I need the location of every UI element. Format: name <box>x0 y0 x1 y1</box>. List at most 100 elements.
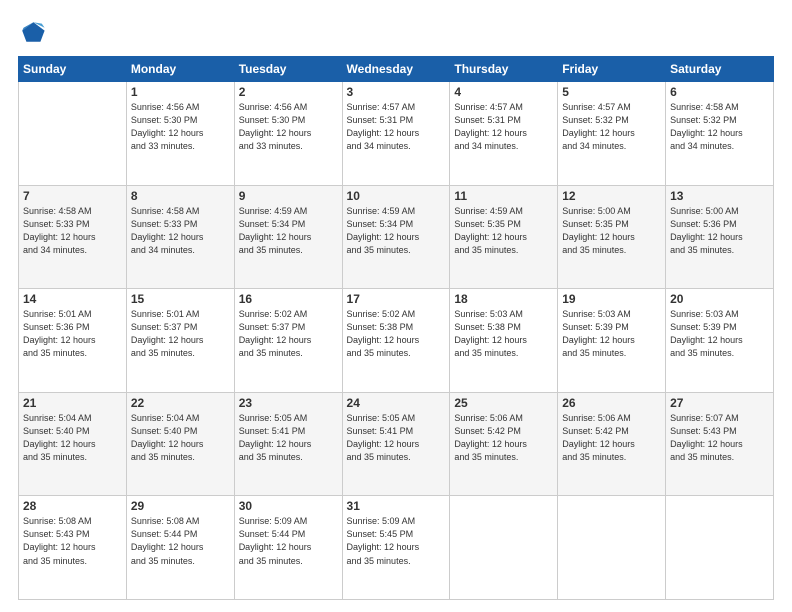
week-row-1: 1 Sunrise: 4:56 AM Sunset: 5:30 PM Daylig… <box>19 82 774 186</box>
day-number: 15 <box>131 292 230 306</box>
day-info: Sunrise: 4:57 AM Sunset: 5:31 PM Dayligh… <box>347 101 446 153</box>
calendar-cell: 1 Sunrise: 4:56 AM Sunset: 5:30 PM Daylig… <box>126 82 234 186</box>
weekday-header-wednesday: Wednesday <box>342 57 450 82</box>
day-number: 18 <box>454 292 553 306</box>
calendar-cell <box>666 496 774 600</box>
day-number: 13 <box>670 189 769 203</box>
calendar-cell: 8 Sunrise: 4:58 AM Sunset: 5:33 PM Daylig… <box>126 185 234 289</box>
day-number: 25 <box>454 396 553 410</box>
day-info: Sunrise: 5:08 AM Sunset: 5:44 PM Dayligh… <box>131 515 230 567</box>
calendar-cell: 23 Sunrise: 5:05 AM Sunset: 5:41 PM Dayli… <box>234 392 342 496</box>
day-number: 24 <box>347 396 446 410</box>
day-info: Sunrise: 5:03 AM Sunset: 5:38 PM Dayligh… <box>454 308 553 360</box>
calendar-cell: 13Sunrise: 5:00 AM Sunset: 5:36 PM Dayli… <box>666 185 774 289</box>
day-number: 20 <box>670 292 769 306</box>
calendar-cell: 27 Sunrise: 5:07 AM Sunset: 5:43 PM Dayli… <box>666 392 774 496</box>
day-number: 14 <box>23 292 122 306</box>
day-info: Sunrise: 5:05 AM Sunset: 5:41 PM Dayligh… <box>347 412 446 464</box>
day-number: 29 <box>131 499 230 513</box>
day-number: 10 <box>347 189 446 203</box>
calendar-cell: 5 Sunrise: 4:57 AM Sunset: 5:32 PM Daylig… <box>558 82 666 186</box>
day-number: 26 <box>562 396 661 410</box>
day-info: Sunrise: 5:07 AM Sunset: 5:43 PM Dayligh… <box>670 412 769 464</box>
day-number: 19 <box>562 292 661 306</box>
calendar-cell: 4 Sunrise: 4:57 AM Sunset: 5:31 PM Daylig… <box>450 82 558 186</box>
calendar-cell: 11 Sunrise: 4:59 AM Sunset: 5:35 PM Dayli… <box>450 185 558 289</box>
day-number: 23 <box>239 396 338 410</box>
day-info: Sunrise: 4:56 AM Sunset: 5:30 PM Dayligh… <box>239 101 338 153</box>
day-info: Sunrise: 5:03 AM Sunset: 5:39 PM Dayligh… <box>562 308 661 360</box>
day-number: 1 <box>131 85 230 99</box>
calendar-cell: 29 Sunrise: 5:08 AM Sunset: 5:44 PM Dayli… <box>126 496 234 600</box>
day-info: Sunrise: 4:58 AM Sunset: 5:33 PM Dayligh… <box>23 205 122 257</box>
day-info: Sunrise: 5:04 AM Sunset: 5:40 PM Dayligh… <box>23 412 122 464</box>
day-number: 8 <box>131 189 230 203</box>
week-row-2: 7Sunrise: 4:58 AM Sunset: 5:33 PM Daylig… <box>19 185 774 289</box>
calendar-cell: 17Sunrise: 5:02 AM Sunset: 5:38 PM Dayli… <box>342 289 450 393</box>
day-info: Sunrise: 5:08 AM Sunset: 5:43 PM Dayligh… <box>23 515 122 567</box>
day-info: Sunrise: 4:58 AM Sunset: 5:32 PM Dayligh… <box>670 101 769 153</box>
calendar-cell <box>19 82 127 186</box>
calendar-cell: 12 Sunrise: 5:00 AM Sunset: 5:35 PM Dayli… <box>558 185 666 289</box>
day-info: Sunrise: 4:59 AM Sunset: 5:34 PM Dayligh… <box>347 205 446 257</box>
day-number: 31 <box>347 499 446 513</box>
calendar-cell: 9 Sunrise: 4:59 AM Sunset: 5:34 PM Daylig… <box>234 185 342 289</box>
weekday-header-row: SundayMondayTuesdayWednesdayThursdayFrid… <box>19 57 774 82</box>
day-number: 4 <box>454 85 553 99</box>
calendar-cell: 20 Sunrise: 5:03 AM Sunset: 5:39 PM Dayli… <box>666 289 774 393</box>
day-info: Sunrise: 5:09 AM Sunset: 5:45 PM Dayligh… <box>347 515 446 567</box>
calendar-cell: 28Sunrise: 5:08 AM Sunset: 5:43 PM Dayli… <box>19 496 127 600</box>
day-info: Sunrise: 5:02 AM Sunset: 5:37 PM Dayligh… <box>239 308 338 360</box>
day-info: Sunrise: 5:01 AM Sunset: 5:37 PM Dayligh… <box>131 308 230 360</box>
day-info: Sunrise: 5:04 AM Sunset: 5:40 PM Dayligh… <box>131 412 230 464</box>
calendar-cell: 2 Sunrise: 4:56 AM Sunset: 5:30 PM Daylig… <box>234 82 342 186</box>
calendar-cell: 7Sunrise: 4:58 AM Sunset: 5:33 PM Daylig… <box>19 185 127 289</box>
day-info: Sunrise: 5:03 AM Sunset: 5:39 PM Dayligh… <box>670 308 769 360</box>
calendar-cell: 26 Sunrise: 5:06 AM Sunset: 5:42 PM Dayli… <box>558 392 666 496</box>
day-number: 22 <box>131 396 230 410</box>
day-info: Sunrise: 5:09 AM Sunset: 5:44 PM Dayligh… <box>239 515 338 567</box>
calendar-table: SundayMondayTuesdayWednesdayThursdayFrid… <box>18 56 774 600</box>
weekday-header-thursday: Thursday <box>450 57 558 82</box>
day-number: 9 <box>239 189 338 203</box>
calendar-cell: 18 Sunrise: 5:03 AM Sunset: 5:38 PM Dayli… <box>450 289 558 393</box>
day-number: 12 <box>562 189 661 203</box>
day-info: Sunrise: 4:56 AM Sunset: 5:30 PM Dayligh… <box>131 101 230 153</box>
day-info: Sunrise: 5:06 AM Sunset: 5:42 PM Dayligh… <box>562 412 661 464</box>
day-number: 21 <box>23 396 122 410</box>
week-row-4: 21 Sunrise: 5:04 AM Sunset: 5:40 PM Dayli… <box>19 392 774 496</box>
day-info: Sunrise: 5:00 AM Sunset: 5:35 PM Dayligh… <box>562 205 661 257</box>
day-number: 27 <box>670 396 769 410</box>
day-info: Sunrise: 4:59 AM Sunset: 5:34 PM Dayligh… <box>239 205 338 257</box>
calendar-cell: 30Sunrise: 5:09 AM Sunset: 5:44 PM Dayli… <box>234 496 342 600</box>
calendar-cell: 25 Sunrise: 5:06 AM Sunset: 5:42 PM Dayli… <box>450 392 558 496</box>
week-row-5: 28Sunrise: 5:08 AM Sunset: 5:43 PM Dayli… <box>19 496 774 600</box>
day-number: 11 <box>454 189 553 203</box>
day-info: Sunrise: 5:01 AM Sunset: 5:36 PM Dayligh… <box>23 308 122 360</box>
logo-icon <box>18 18 46 46</box>
logo <box>18 18 50 46</box>
calendar-cell: 10 Sunrise: 4:59 AM Sunset: 5:34 PM Dayli… <box>342 185 450 289</box>
day-number: 2 <box>239 85 338 99</box>
day-number: 6 <box>670 85 769 99</box>
weekday-header-saturday: Saturday <box>666 57 774 82</box>
week-row-3: 14 Sunrise: 5:01 AM Sunset: 5:36 PM Dayli… <box>19 289 774 393</box>
calendar-cell: 21 Sunrise: 5:04 AM Sunset: 5:40 PM Dayli… <box>19 392 127 496</box>
day-number: 5 <box>562 85 661 99</box>
calendar-cell: 19 Sunrise: 5:03 AM Sunset: 5:39 PM Dayli… <box>558 289 666 393</box>
day-info: Sunrise: 5:02 AM Sunset: 5:38 PM Dayligh… <box>347 308 446 360</box>
calendar-cell: 24 Sunrise: 5:05 AM Sunset: 5:41 PM Dayli… <box>342 392 450 496</box>
day-info: Sunrise: 4:58 AM Sunset: 5:33 PM Dayligh… <box>131 205 230 257</box>
day-info: Sunrise: 4:59 AM Sunset: 5:35 PM Dayligh… <box>454 205 553 257</box>
calendar-cell: 16Sunrise: 5:02 AM Sunset: 5:37 PM Dayli… <box>234 289 342 393</box>
weekday-header-friday: Friday <box>558 57 666 82</box>
calendar-cell <box>558 496 666 600</box>
calendar-cell <box>450 496 558 600</box>
day-info: Sunrise: 5:05 AM Sunset: 5:41 PM Dayligh… <box>239 412 338 464</box>
header <box>18 18 774 46</box>
day-info: Sunrise: 4:57 AM Sunset: 5:32 PM Dayligh… <box>562 101 661 153</box>
calendar-cell: 14 Sunrise: 5:01 AM Sunset: 5:36 PM Dayli… <box>19 289 127 393</box>
day-info: Sunrise: 4:57 AM Sunset: 5:31 PM Dayligh… <box>454 101 553 153</box>
day-info: Sunrise: 5:06 AM Sunset: 5:42 PM Dayligh… <box>454 412 553 464</box>
weekday-header-monday: Monday <box>126 57 234 82</box>
